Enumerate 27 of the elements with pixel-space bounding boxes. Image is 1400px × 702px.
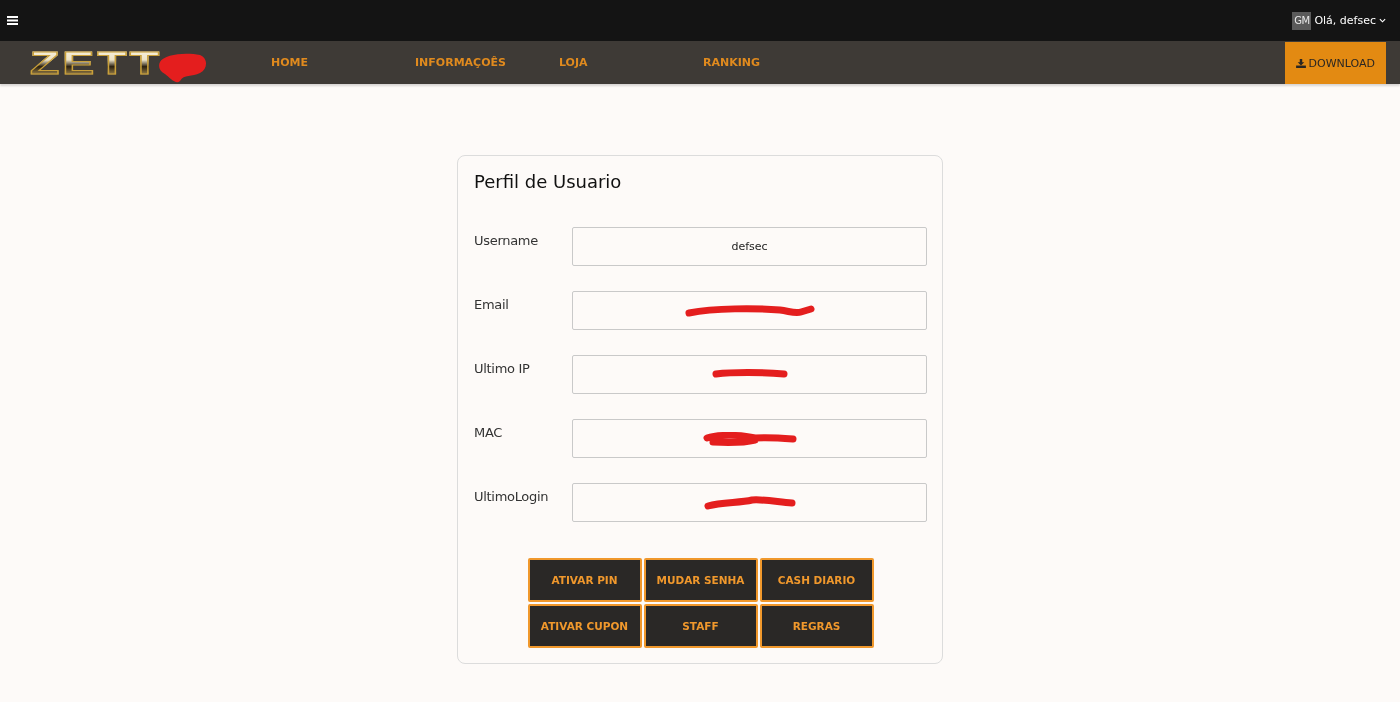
field-label: UltimoLogin <box>474 488 550 504</box>
action-button[interactable]: ATIVAR CUPON <box>527 604 642 648</box>
chevron-down-icon[interactable] <box>1379 18 1386 23</box>
nav-link[interactable]: HOME <box>271 56 415 69</box>
field-label: Username <box>474 232 539 248</box>
nav-link[interactable]: RANKING <box>703 56 847 69</box>
action-button[interactable]: REGRAS <box>759 604 874 648</box>
text-field[interactable] <box>572 419 927 458</box>
download-icon <box>1295 58 1306 68</box>
field-label: Email <box>474 296 510 312</box>
download-button[interactable]: DOWNLOAD <box>1284 42 1386 84</box>
user-avatar: GM <box>1292 11 1312 30</box>
text-field[interactable] <box>572 483 927 522</box>
text-field[interactable] <box>572 355 927 394</box>
action-button[interactable]: ATIVAR PIN <box>527 558 642 602</box>
text-field[interactable] <box>572 291 927 330</box>
action-button[interactable]: STAFF <box>643 604 758 648</box>
nav-link[interactable]: INFORMAÇOÊS <box>415 56 559 69</box>
card-title: Perfil de Usuario <box>474 170 623 194</box>
text-field[interactable]: defsec <box>572 227 927 266</box>
nav-link[interactable]: LOJA <box>559 56 703 69</box>
user-greeting[interactable]: Olá, defsec <box>1314 14 1376 27</box>
action-button[interactable]: MUDAR SENHA <box>643 558 758 602</box>
menu-icon[interactable] <box>7 16 18 25</box>
field-label: MAC <box>474 424 504 440</box>
action-button[interactable]: CASH DIARIO <box>759 558 874 602</box>
field-label: Ultimo IP <box>474 360 531 376</box>
